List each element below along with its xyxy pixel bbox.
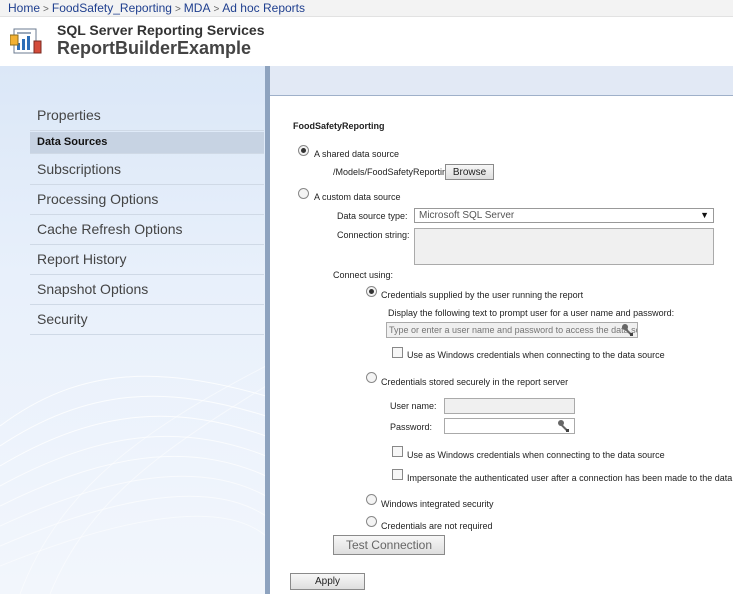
password-label: Password: bbox=[390, 422, 433, 432]
nav-item-data-sources[interactable]: Data Sources bbox=[30, 132, 264, 154]
credentials-not-required-label: Credentials are not required bbox=[381, 521, 493, 531]
windows-integrated-label: Windows integrated security bbox=[381, 499, 494, 509]
nav-item-cache-refresh-options[interactable]: Cache Refresh Options bbox=[30, 215, 264, 245]
custom-data-source-radio[interactable] bbox=[298, 188, 309, 199]
use-windows-credentials-label-1: Use as Windows credentials when connecti… bbox=[407, 350, 665, 360]
impersonate-label: Impersonate the authenticated user after… bbox=[407, 473, 733, 483]
nav-item-processing-options[interactable]: Processing Options bbox=[30, 185, 264, 215]
data-source-name: FoodSafetyReporting bbox=[293, 121, 385, 131]
credentials-not-required-radio[interactable] bbox=[366, 516, 377, 527]
custom-data-source-label: A custom data source bbox=[314, 192, 401, 202]
pane-divider bbox=[265, 66, 270, 594]
dropdown-arrow-icon: ▼ bbox=[700, 210, 709, 220]
username-label: User name: bbox=[390, 401, 437, 411]
impersonate-checkbox[interactable] bbox=[392, 469, 403, 480]
data-source-type-label: Data source type: bbox=[337, 211, 408, 221]
nav-item-subscriptions[interactable]: Subscriptions bbox=[30, 155, 264, 185]
browse-button[interactable]: Browse bbox=[445, 164, 494, 180]
breadcrumb-separator: > bbox=[213, 4, 220, 15]
credentials-stored-label: Credentials stored securely in the repor… bbox=[381, 377, 569, 387]
apply-button[interactable]: Apply bbox=[290, 573, 365, 590]
prompt-text-label: Display the following text to prompt use… bbox=[388, 308, 675, 318]
connect-using-label: Connect using: bbox=[333, 270, 394, 280]
breadcrumb-separator: > bbox=[174, 4, 181, 15]
breadcrumb-home[interactable]: Home bbox=[8, 1, 40, 15]
nav-item-properties[interactable]: Properties bbox=[30, 101, 264, 131]
breadcrumb: Home > FoodSafety_Reporting > MDA > Ad hoc Rep… bbox=[8, 1, 305, 15]
report-title: ReportBuilderExample bbox=[57, 38, 252, 58]
shared-data-source-label: A shared data source bbox=[314, 149, 400, 159]
connection-string-label: Connection string: bbox=[337, 230, 410, 240]
shared-data-source-radio[interactable] bbox=[298, 145, 309, 156]
app-title: SQL Server Reporting Services bbox=[57, 22, 265, 38]
nav-item-report-history[interactable]: Report History bbox=[30, 245, 264, 275]
report-icon bbox=[10, 28, 42, 54]
username-input[interactable] bbox=[444, 398, 575, 414]
key-icon[interactable] bbox=[621, 323, 635, 337]
windows-integrated-radio[interactable] bbox=[366, 494, 377, 505]
breadcrumb-separator: > bbox=[43, 4, 49, 15]
data-source-type-select[interactable]: Microsoft SQL Server ▼ bbox=[414, 208, 714, 223]
prompt-text-input[interactable] bbox=[386, 322, 638, 338]
use-windows-credentials-checkbox-2[interactable] bbox=[392, 446, 403, 457]
credentials-user-label: Credentials supplied by the user running… bbox=[381, 290, 584, 300]
breadcrumb-adhoc[interactable]: Ad hoc Reports bbox=[222, 1, 305, 15]
nav-item-security[interactable]: Security bbox=[30, 305, 264, 335]
breadcrumb-foodsafety[interactable]: FoodSafety_Reporting bbox=[52, 1, 172, 15]
breadcrumb-mda[interactable]: MDA bbox=[184, 1, 211, 15]
credentials-user-radio[interactable] bbox=[366, 286, 377, 297]
breadcrumb-bar: Home > FoodSafety_Reporting > MDA > Ad hoc Rep… bbox=[0, 0, 733, 17]
connection-string-input[interactable] bbox=[414, 228, 714, 265]
data-source-type-value: Microsoft SQL Server bbox=[419, 210, 515, 221]
content-top-band bbox=[270, 66, 733, 96]
credentials-stored-radio[interactable] bbox=[366, 372, 377, 383]
password-input[interactable] bbox=[444, 418, 575, 434]
key-icon[interactable] bbox=[557, 419, 571, 433]
nav-item-snapshot-options[interactable]: Snapshot Options bbox=[30, 275, 264, 305]
use-windows-credentials-label-2: Use as Windows credentials when connecti… bbox=[407, 450, 665, 460]
use-windows-credentials-checkbox-1[interactable] bbox=[392, 347, 403, 358]
test-connection-button[interactable]: Test Connection bbox=[333, 535, 445, 555]
shared-data-source-path: /Models/FoodSafetyReporting bbox=[333, 167, 453, 177]
